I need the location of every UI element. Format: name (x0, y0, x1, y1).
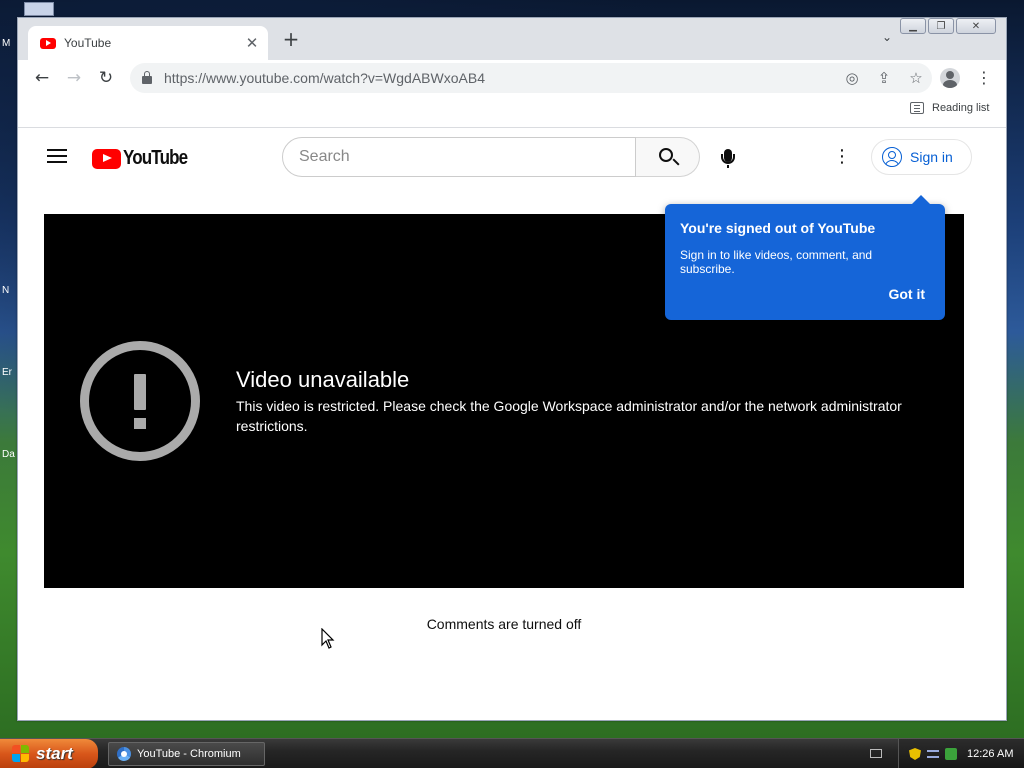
hamburger-menu-icon[interactable] (47, 149, 67, 163)
tab-strip: YouTube ✕ + ⌄ ▁ ❐ ✕ (18, 18, 1006, 60)
user-circle-icon (882, 147, 902, 167)
reading-list-icon (910, 102, 924, 114)
search-button[interactable] (636, 137, 700, 177)
address-bar[interactable]: https://www.youtube.com/watch?v=WgdABWxo… (130, 63, 932, 93)
my-computer-icon[interactable] (24, 2, 54, 16)
reading-list-button[interactable]: Reading list (910, 102, 989, 114)
security-shield-icon[interactable] (909, 748, 921, 760)
tooltip-title: You're signed out of YouTube (680, 220, 876, 236)
url-text[interactable]: https://www.youtube.com/watch?v=WgdABWxo… (164, 70, 836, 86)
mouse-cursor-icon (321, 628, 335, 649)
browser-toolbar: ← → ↻ https://www.youtube.com/watch?v=Wg… (18, 60, 1006, 96)
desktop-icon-label[interactable]: Da (2, 449, 15, 460)
youtube-wordmark: YouTube (123, 147, 188, 169)
bookmarks-bar: Reading list (18, 96, 1006, 128)
eye-off-icon[interactable]: ◎ (836, 69, 868, 87)
search-icon (658, 148, 673, 162)
window-controls: ▁ ❐ ✕ (900, 18, 996, 34)
network-icon[interactable] (927, 750, 939, 758)
desktop-icon-label[interactable]: M (2, 38, 10, 49)
comments-status: Comments are turned off (426, 616, 582, 632)
youtube-play-icon (92, 148, 121, 169)
back-arrow-icon[interactable]: ← (30, 66, 54, 90)
bookmark-star-icon[interactable]: ☆ (900, 69, 932, 87)
tab-title: YouTube (64, 36, 112, 50)
desktop-icon-label[interactable]: Er (2, 367, 12, 378)
exclamation-icon (80, 341, 200, 461)
youtube-favicon-icon (40, 37, 56, 49)
sign-in-button[interactable]: Sign in (871, 139, 972, 175)
taskbar: start YouTube - Chromium 12:26 AM (0, 738, 1024, 768)
desktop-icon-label[interactable]: N (2, 285, 9, 296)
reload-icon[interactable]: ↻ (94, 66, 118, 90)
browser-window: YouTube ✕ + ⌄ ▁ ❐ ✕ ← → ↻ https://www.yo… (17, 17, 1007, 721)
forward-arrow-icon[interactable]: → (62, 66, 86, 90)
search-bar (282, 137, 700, 177)
sign-in-label: Sign in (910, 149, 953, 165)
taskbar-item-label: YouTube - Chromium (137, 748, 241, 760)
error-message: This video is restricted. Please check t… (236, 398, 902, 434)
profile-avatar-icon[interactable] (940, 68, 960, 88)
tab-youtube[interactable]: YouTube ✕ (28, 26, 268, 60)
start-label: start (36, 744, 73, 763)
error-title: Video unavailable (236, 367, 410, 392)
microphone-icon (721, 149, 735, 168)
chromium-icon (117, 747, 131, 761)
keyboard-icon[interactable] (870, 749, 882, 758)
lock-icon[interactable] (142, 71, 152, 84)
tooltip-body: Sign in to like videos, comment, and sub… (680, 248, 873, 276)
window-close-button[interactable]: ✕ (956, 18, 996, 34)
more-options-icon[interactable]: ⋮ (830, 145, 854, 169)
voice-search-button[interactable] (708, 137, 748, 177)
taskbar-item-chromium[interactable]: YouTube - Chromium (108, 742, 265, 766)
windows-logo-icon (12, 745, 30, 763)
system-tray: 12:26 AM (898, 739, 1024, 768)
chevron-down-icon[interactable]: ⌄ (876, 30, 898, 52)
search-input[interactable] (282, 137, 636, 177)
browser-menu-icon[interactable]: ⋮ (974, 66, 994, 90)
network-status-icon[interactable] (945, 748, 957, 760)
close-icon[interactable]: ✕ (240, 34, 264, 52)
minimize-button[interactable]: ▁ (900, 18, 926, 34)
youtube-page: YouTube ⋮ Sign in Video unavailable This… (18, 129, 1006, 720)
youtube-logo[interactable]: YouTube (92, 147, 199, 170)
clock[interactable]: 12:26 AM (967, 748, 1013, 760)
restore-button[interactable]: ❐ (928, 18, 954, 34)
share-icon[interactable]: ⇪ (868, 69, 900, 87)
start-button[interactable]: start (0, 739, 98, 768)
reading-list-label: Reading list (932, 102, 990, 114)
signed-out-tooltip: You're signed out of YouTube Sign in to … (665, 195, 945, 320)
new-tab-button[interactable]: + (280, 28, 302, 50)
got-it-button[interactable]: Got it (888, 286, 925, 302)
